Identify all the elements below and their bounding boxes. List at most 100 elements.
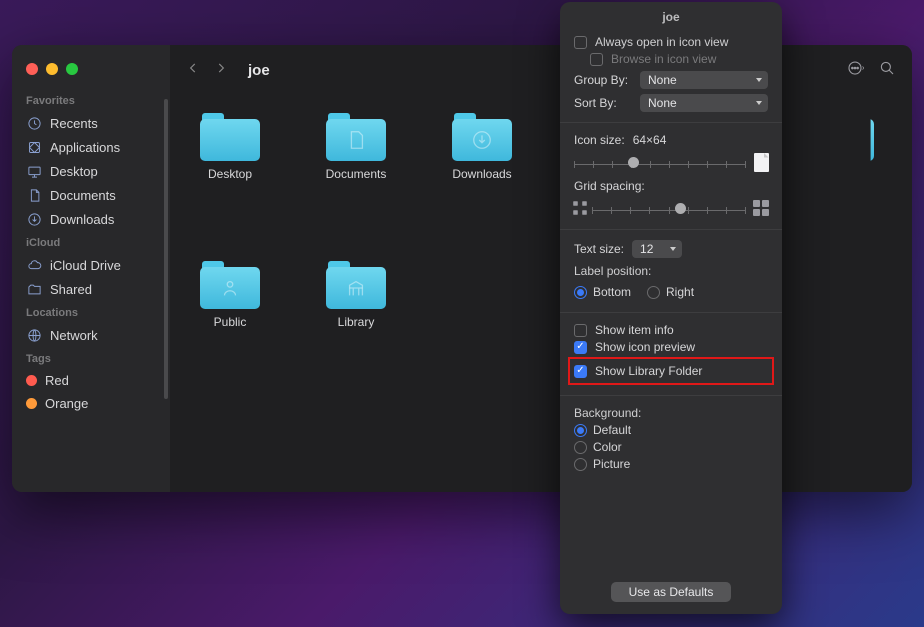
sort-by-select[interactable]: None [640,94,768,112]
grid-small-icon [572,200,588,216]
sidebar-item-recents[interactable]: Recents [12,111,170,135]
radio-label: Default [593,423,631,437]
finder-toolbar: joe [170,45,912,95]
sidebar-item-label: Applications [50,140,120,155]
desktop-icon [26,163,42,179]
select-value: None [648,96,677,110]
folder-label: Library [338,315,375,329]
grid-large-icon [752,197,770,219]
folder-icon-grid[interactable]: Desktop Documents Downloads Mo es Publ [170,95,912,347]
folder-label: Public [214,315,247,329]
always-open-icon-view-row[interactable]: Always open in icon view [574,35,768,49]
sidebar-scrollbar[interactable] [164,99,168,399]
sidebar-item-label: Orange [45,396,88,411]
network-icon [26,327,42,343]
radio-icon [574,286,587,299]
folder-label: es [838,167,851,181]
checkbox-label: Browse in icon view [611,52,716,66]
radio-icon [574,458,587,471]
shared-folder-icon [26,281,42,297]
clock-icon [26,115,42,131]
close-window-button[interactable] [26,63,38,75]
background-default[interactable]: Default [574,423,768,437]
folder-label: Documents [326,167,387,181]
sidebar-item-label: Red [45,373,69,388]
sidebar-item-documents[interactable]: Documents [12,183,170,207]
folder-partially-hidden-right[interactable]: es [806,113,882,181]
folder-icon [814,113,874,161]
forward-button[interactable] [214,58,228,83]
folder-icon [326,261,386,309]
sidebar-tag-orange[interactable]: Orange [12,392,170,415]
folder-library[interactable]: Library [318,261,394,329]
sidebar-tag-red[interactable]: Red [12,369,170,392]
sidebar-item-desktop[interactable]: Desktop [12,159,170,183]
background-picture[interactable]: Picture [574,457,768,471]
checkbox-label: Always open in icon view [595,35,728,49]
sidebar-item-icloud-drive[interactable]: iCloud Drive [12,253,170,277]
download-icon [26,211,42,227]
text-size-select[interactable]: 12 [632,240,682,258]
folder-icon [200,113,260,161]
checkbox-icon[interactable] [574,36,587,49]
show-library-folder-row[interactable]: Show Library Folder [574,364,768,378]
actions-menu-button[interactable] [846,59,864,82]
page-icon [752,151,770,173]
sidebar-item-label: Shared [50,282,92,297]
folder-desktop[interactable]: Desktop [192,113,268,181]
sidebar-item-label: Documents [50,188,116,203]
window-title: joe [248,62,270,79]
sidebar-section-tags: Tags [12,347,170,369]
select-value: None [648,73,677,87]
checkbox-label: Show item info [595,323,674,337]
folder-public[interactable]: Public [192,261,268,329]
folder-icon [452,113,512,161]
cloud-icon [26,257,42,273]
label-position-right[interactable]: Right [647,285,694,299]
grid-spacing-slider[interactable] [574,197,768,219]
icon-size-control: Icon size: 64×64 [574,133,768,173]
show-item-info-row[interactable]: Show item info [574,323,768,337]
sidebar-item-downloads[interactable]: Downloads [12,207,170,231]
radio-icon [574,441,587,454]
label-position-bottom[interactable]: Bottom [574,285,631,299]
checkbox-label: Show icon preview [595,340,695,354]
applications-icon [26,139,42,155]
folder-label: Downloads [452,167,511,181]
search-button[interactable] [878,59,896,82]
icon-size-label: Icon size: [574,133,625,147]
radio-icon [647,286,660,299]
view-options-panel: joe Always open in icon view Browse in i… [560,2,782,614]
finder-sidebar: Favorites Recents Applications Desktop D… [12,45,170,492]
folder-documents[interactable]: Documents [318,113,394,181]
sidebar-item-applications[interactable]: Applications [12,135,170,159]
show-icon-preview-row[interactable]: Show icon preview [574,340,768,354]
use-as-defaults-button[interactable]: Use as Defaults [611,582,732,602]
folder-label: Desktop [208,167,252,181]
sidebar-item-shared[interactable]: Shared [12,277,170,301]
sidebar-item-network[interactable]: Network [12,323,170,347]
back-button[interactable] [186,58,200,83]
fullscreen-window-button[interactable] [66,63,78,75]
highlighted-option: Show Library Folder [568,357,774,385]
minimize-window-button[interactable] [46,63,58,75]
tag-dot-icon [26,398,37,409]
grid-spacing-label: Grid spacing: [574,179,645,193]
checkbox-icon[interactable] [574,324,587,337]
sidebar-item-label: Recents [50,116,98,131]
text-size-label: Text size: [574,242,624,256]
checkbox-label: Show Library Folder [595,364,702,378]
finder-main: joe Desktop Documents Downloads Mo [170,45,912,492]
tag-dot-icon [26,375,37,386]
folder-icon [326,113,386,161]
checkbox-icon[interactable] [574,365,587,378]
panel-title: joe [560,8,782,32]
folder-downloads[interactable]: Downloads [444,113,520,181]
checkbox-icon[interactable] [574,341,587,354]
background-color[interactable]: Color [574,440,768,454]
sidebar-item-label: Downloads [50,212,114,227]
group-by-select[interactable]: None [640,71,768,89]
icon-size-slider[interactable] [574,151,768,173]
sidebar-item-label: Network [50,328,98,343]
browse-icon-view-row: Browse in icon view [590,52,768,66]
